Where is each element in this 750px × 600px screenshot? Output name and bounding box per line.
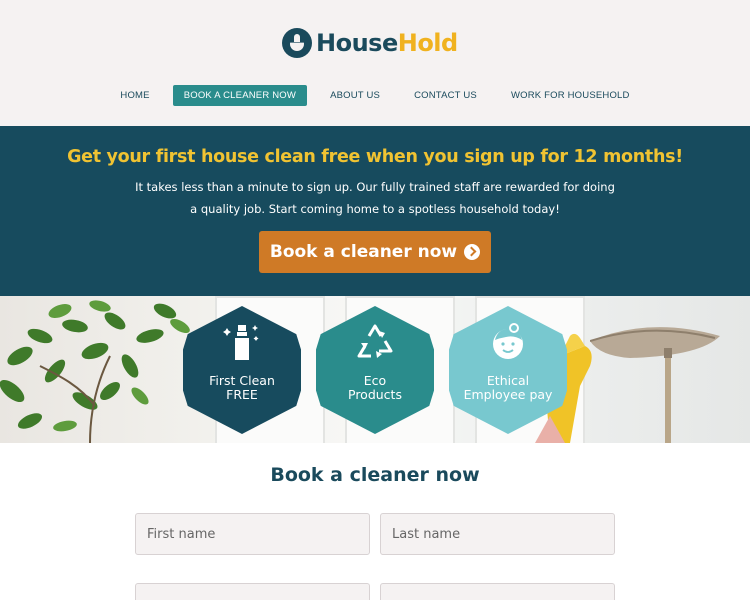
first-name-input[interactable]	[135, 513, 370, 555]
features-band: First Clean FREE Eco Products Ethical Em…	[0, 296, 750, 443]
book-cleaner-button-label: Book a cleaner now	[269, 242, 458, 262]
feature-label-line1: First Clean	[209, 373, 275, 388]
arrow-right-circle-icon	[464, 244, 481, 260]
nav-contact-us[interactable]: CONTACT US	[403, 85, 488, 106]
nav-work-for-household[interactable]: WORK FOR HOUSEHOLD	[500, 85, 641, 106]
booking-form: Book a cleaner now	[0, 443, 750, 600]
next-fields-row	[0, 583, 750, 600]
form-input[interactable]	[380, 583, 615, 600]
form-input[interactable]	[135, 583, 370, 600]
form-title: Book a cleaner now	[270, 464, 480, 486]
nav-about-us[interactable]: ABOUT US	[319, 85, 391, 106]
feature-label-line1: Ethical	[486, 373, 530, 388]
logo[interactable]: HouseHold	[282, 28, 458, 58]
logo-icon	[282, 28, 312, 58]
feature-label-line2: Employee pay	[463, 387, 553, 402]
hero-title: Get your first house clean free when you…	[67, 147, 683, 167]
employee-face-icon	[493, 323, 523, 359]
main-nav: HOME BOOK A CLEANER NOW ABOUT US CONTACT…	[0, 85, 750, 106]
nav-home[interactable]: HOME	[109, 85, 160, 106]
last-name-input[interactable]	[380, 513, 615, 555]
site-header: HouseHold HOME BOOK A CLEANER NOW ABOUT …	[0, 0, 750, 126]
recycle-icon	[357, 324, 393, 358]
name-fields-row	[0, 513, 750, 555]
logo-text: HouseHold	[316, 29, 458, 57]
lamp-image	[590, 327, 720, 443]
feature-label-line2: FREE	[226, 387, 258, 402]
spray-bottle-icon	[223, 325, 259, 360]
nav-book-cleaner[interactable]: BOOK A CLEANER NOW	[172, 85, 308, 106]
feature-label-line1: Eco	[363, 373, 387, 388]
feature-label-line2: Products	[348, 387, 402, 402]
book-cleaner-button[interactable]: Book a cleaner now	[258, 231, 492, 273]
hero-description: It takes less than a minute to sign up. …	[135, 180, 615, 216]
hero-banner: Get your first house clean free when you…	[0, 126, 750, 296]
plant-image	[0, 300, 190, 443]
